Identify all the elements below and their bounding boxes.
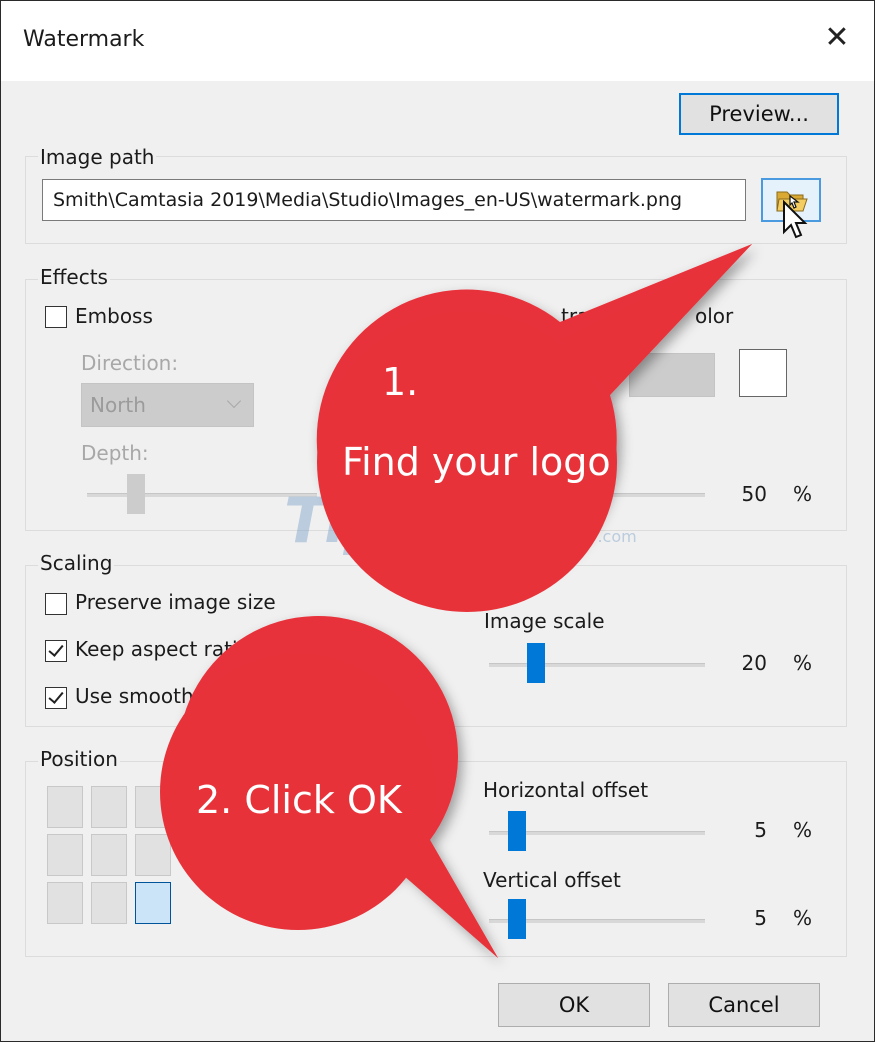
horizontal-offset-thumb[interactable] [508, 811, 526, 851]
watermark-brand: TipsMake [284, 484, 599, 557]
vertical-offset-label: Vertical offset [483, 868, 621, 892]
direction-select[interactable]: North [81, 383, 254, 427]
position-label: Position [38, 747, 120, 771]
transparent-color-label-start: trans [561, 304, 613, 328]
position-middle-right[interactable] [135, 834, 171, 876]
color-swatch[interactable] [739, 349, 787, 397]
step1-number: 1. [382, 360, 419, 404]
image-scale-label: Image scale [484, 609, 605, 633]
horizontal-offset-value: 5 [754, 818, 767, 842]
direction-label: Direction: [81, 351, 179, 375]
image-scale-track[interactable] [489, 663, 705, 667]
close-icon[interactable]: ✕ [822, 23, 852, 53]
scaling-label: Scaling [38, 551, 115, 575]
preserve-size-label: Preserve image size [75, 590, 276, 614]
effects-label: Effects [38, 265, 110, 289]
image-scale-value: 20 [741, 651, 767, 675]
emboss-checkbox[interactable] [45, 306, 67, 328]
depth-slider-thumb[interactable] [127, 474, 145, 514]
step2-text: 2. Click OK [196, 778, 402, 822]
chevron-down-icon [226, 393, 242, 409]
preview-button[interactable]: Preview... [679, 93, 839, 135]
tipsmake-watermark-logo: TipsMake.com [284, 484, 637, 557]
horizontal-offset-label: Horizontal offset [483, 778, 649, 802]
title-bar: Watermark ✕ [1, 1, 874, 81]
horizontal-offset-percent: % [793, 818, 813, 842]
direction-value: North [90, 393, 146, 417]
emboss-label: Emboss [75, 304, 153, 328]
transparent-color-label-end: olor [695, 304, 734, 328]
image-path-label: Image path [38, 145, 157, 169]
cancel-button[interactable]: Cancel [668, 983, 820, 1027]
position-middle-left[interactable] [47, 834, 83, 876]
preserve-size-checkbox[interactable] [45, 593, 67, 615]
position-top-left[interactable] [47, 786, 83, 828]
vertical-offset-value: 5 [754, 906, 767, 930]
opacity-percent: % [793, 482, 813, 506]
position-bottom-center[interactable] [91, 882, 127, 924]
mouse-cursor-icon [783, 200, 808, 239]
position-middle-center[interactable] [91, 834, 127, 876]
depth-slider-track[interactable] [87, 493, 317, 497]
position-top-center[interactable] [91, 786, 127, 828]
watermark-suffix: .com [597, 527, 637, 546]
step1-text: Find your logo [342, 440, 611, 484]
vertical-offset-thumb[interactable] [508, 899, 526, 939]
transparent-color-checkbox[interactable] [485, 306, 507, 328]
vertical-offset-percent: % [793, 906, 813, 930]
color-picker-box[interactable] [629, 353, 715, 397]
smooth-scaling-checkbox[interactable] [45, 687, 67, 709]
image-scale-percent: % [793, 651, 813, 675]
position-bottom-left[interactable] [47, 882, 83, 924]
smooth-scaling-label: Use smooth [75, 684, 194, 708]
position-top-right[interactable] [135, 786, 171, 828]
opacity-value: 50 [741, 482, 767, 506]
dialog-title: Watermark [23, 27, 145, 52]
ok-button[interactable]: OK [498, 983, 650, 1027]
keep-aspect-label: Keep aspect ratio [75, 637, 250, 661]
image-path-input[interactable]: Smith\Camtasia 2019\Media\Studio\Images_… [42, 179, 746, 221]
position-bottom-right[interactable] [135, 882, 171, 924]
depth-label: Depth: [81, 441, 149, 465]
keep-aspect-checkbox[interactable] [45, 640, 67, 662]
image-scale-thumb[interactable] [527, 643, 545, 683]
